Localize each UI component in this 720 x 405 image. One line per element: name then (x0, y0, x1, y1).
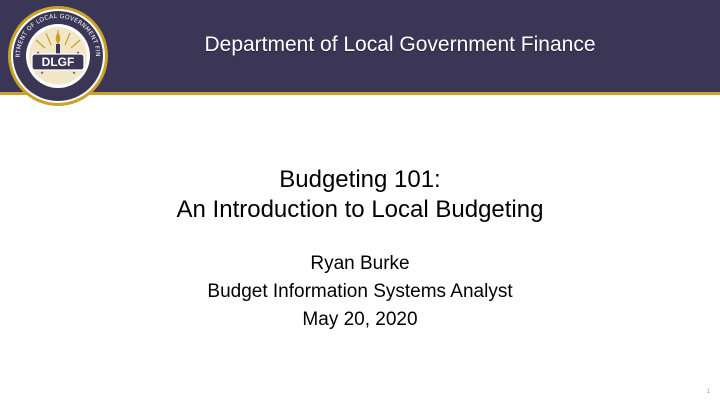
svg-text:★: ★ (40, 70, 44, 75)
header-title: Department of Local Government Finance (204, 33, 596, 56)
dlgf-seal-icon: ★★ ★★ DEPARTMENT OF LOCAL GOVERNMENT FIN… (6, 4, 108, 106)
svg-text:★: ★ (72, 70, 76, 75)
presenter-role: Budget Information Systems Analyst (207, 281, 513, 302)
slide-title: Budgeting 101: An Introduction to Local … (60, 165, 660, 225)
slide-title-line-1: Budgeting 101: (279, 166, 441, 193)
slide-title-line-2: An Introduction to Local Budgeting (176, 196, 544, 223)
presenter-name: Ryan Burke (310, 253, 410, 274)
slide-subtitle: Ryan Burke Budget Information Systems An… (60, 250, 660, 334)
presentation-date: May 20, 2020 (302, 309, 418, 330)
seal-abbreviation: DLGF (42, 55, 75, 69)
page-number: 1 (706, 389, 710, 395)
